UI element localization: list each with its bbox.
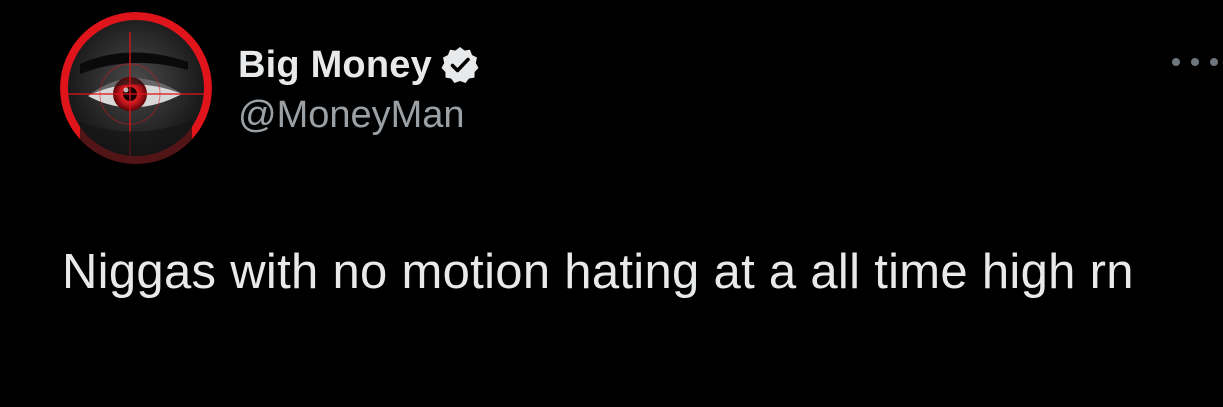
tweet: Big Money @MoneyMan Niggas with no motio…: [0, 0, 1223, 407]
red-eye-crosshair-avatar-icon: [60, 12, 212, 164]
tweet-text: Niggas with no motion hating at a all ti…: [62, 245, 1134, 299]
display-name[interactable]: Big Money: [238, 44, 432, 87]
avatar[interactable]: [60, 12, 212, 164]
more-options-icon[interactable]: [1172, 44, 1218, 80]
more-dot: [1191, 58, 1199, 66]
more-dot: [1210, 58, 1218, 66]
author-handle[interactable]: @MoneyMan: [238, 94, 465, 137]
more-dot: [1172, 58, 1180, 66]
verified-badge-icon: [440, 45, 480, 85]
author-name-row: Big Money: [238, 40, 480, 90]
